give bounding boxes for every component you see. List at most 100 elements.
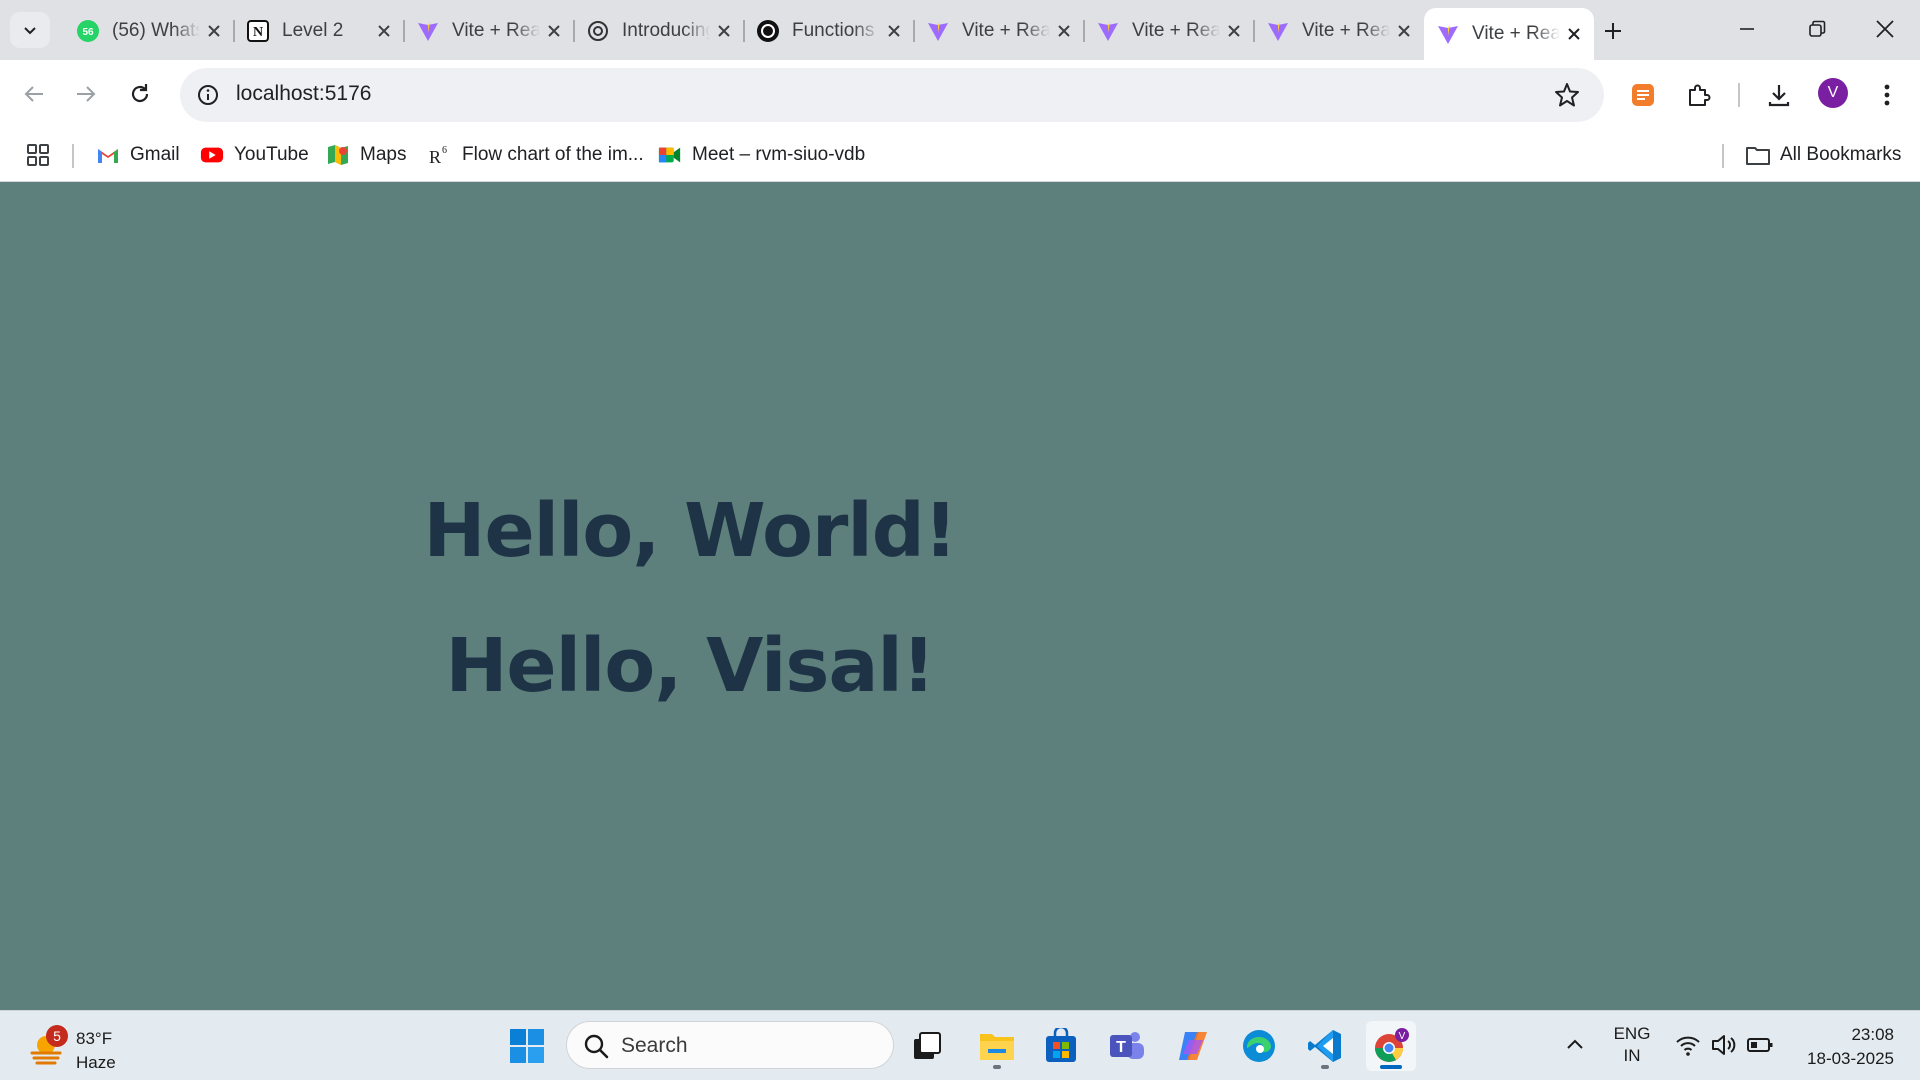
- minimize-button[interactable]: [1712, 0, 1782, 58]
- close-tab-icon[interactable]: [1560, 20, 1588, 48]
- forward-button[interactable]: [66, 74, 106, 114]
- tab-title: Vite + React: [962, 20, 1050, 41]
- active-indicator: [1380, 1065, 1402, 1069]
- vite-icon: [416, 19, 440, 43]
- store-icon: [1046, 1028, 1076, 1062]
- tab-search-button[interactable]: [10, 12, 50, 48]
- system-clock[interactable]: 23:08 18-03-2025: [1807, 1023, 1894, 1071]
- all-bookmarks-button[interactable]: All Bookmarks: [1746, 140, 1901, 170]
- region-code: IN: [1623, 1046, 1641, 1065]
- close-tab-icon[interactable]: [1390, 17, 1418, 45]
- back-button[interactable]: [14, 74, 54, 114]
- tab-title: Level 2: [282, 20, 344, 41]
- running-indicator: [1321, 1065, 1329, 1069]
- tab-vite[interactable]: Vite + React: [914, 10, 1085, 52]
- bookmark-label: YouTube: [234, 144, 309, 165]
- tab-vite[interactable]: Vite + React: [404, 10, 575, 52]
- tab-strip: 56 (56) WhatsApp N Level 2 Vite + React …: [0, 0, 1920, 60]
- teams-app[interactable]: T: [1102, 1021, 1152, 1071]
- site-info-icon[interactable]: [194, 81, 222, 109]
- vscode-app[interactable]: [1300, 1021, 1350, 1071]
- tab-title: Vite + React: [1302, 20, 1390, 41]
- new-tab-button[interactable]: [1596, 14, 1630, 48]
- openai-icon: [756, 19, 780, 43]
- close-tab-icon[interactable]: [1220, 17, 1248, 45]
- weather-temperature: 83°F: [76, 1029, 113, 1048]
- tab-openai-functions[interactable]: Functions: [744, 10, 915, 52]
- clock-time: 23:08: [1851, 1025, 1894, 1044]
- close-tab-icon[interactable]: [880, 17, 908, 45]
- tab-title: Functions: [792, 20, 875, 41]
- chevron-up-icon[interactable]: [1562, 1031, 1588, 1057]
- tab-vite[interactable]: Vite + React: [1254, 10, 1424, 52]
- restore-button[interactable]: [1782, 0, 1852, 58]
- language-indicator[interactable]: ENG IN: [1610, 1023, 1654, 1067]
- browser-toolbar: localhost:5176 V: [0, 60, 1920, 130]
- close-tab-icon[interactable]: [710, 17, 738, 45]
- url-text[interactable]: localhost:5176: [236, 82, 371, 106]
- close-window-button[interactable]: [1850, 0, 1920, 58]
- bookmark-gmail[interactable]: Gmail: [96, 140, 180, 170]
- search-placeholder: Search: [621, 1034, 688, 1057]
- bookmark-label: Meet – rvm-siuo-vdb: [692, 144, 866, 165]
- start-button[interactable]: [502, 1021, 552, 1071]
- extensions-puzzle-icon[interactable]: [1678, 74, 1720, 116]
- tab-whatsapp[interactable]: 56 (56) WhatsApp: [64, 10, 235, 52]
- svg-text:N: N: [253, 25, 263, 40]
- language-code: ENG: [1613, 1024, 1651, 1043]
- bookmark-maps[interactable]: Maps: [326, 140, 406, 170]
- hello-visal-heading: Hello, Visal!: [445, 623, 936, 709]
- bookmark-star-icon[interactable]: [1552, 80, 1582, 110]
- copilot-app[interactable]: [1168, 1021, 1218, 1071]
- arrow-right-icon: [77, 86, 96, 102]
- notion-icon: N: [246, 19, 270, 43]
- vite-icon: [1096, 19, 1120, 43]
- downloads-icon[interactable]: [1758, 74, 1800, 116]
- reload-button[interactable]: [120, 74, 160, 114]
- volume-icon[interactable]: [1710, 1031, 1738, 1059]
- close-tab-icon[interactable]: [540, 17, 568, 45]
- toolbar-divider: [1738, 83, 1740, 107]
- tab-vite-active[interactable]: Vite + React: [1424, 8, 1594, 60]
- weather-condition: Haze: [76, 1053, 116, 1072]
- apps-grid-icon: [26, 143, 50, 167]
- chrome-menu-icon[interactable]: [1866, 74, 1908, 116]
- gmail-icon: [96, 143, 120, 167]
- arrow-left-icon: [24, 86, 43, 102]
- wifi-icon[interactable]: [1674, 1031, 1702, 1059]
- clock-date: 18-03-2025: [1807, 1049, 1894, 1068]
- openai-icon: [586, 19, 610, 43]
- edge-icon: [1243, 1030, 1275, 1062]
- close-tab-icon[interactable]: [1050, 17, 1078, 45]
- tab-openai-introducing[interactable]: Introducing: [574, 10, 745, 52]
- folder-icon: [1746, 143, 1770, 167]
- close-tab-icon[interactable]: [200, 17, 228, 45]
- copilot-icon: [1179, 1032, 1207, 1060]
- apps-grid-button[interactable]: [26, 140, 50, 170]
- address-bar[interactable]: localhost:5176: [180, 68, 1604, 122]
- tab-vite[interactable]: Vite + React: [1084, 10, 1255, 52]
- battery-icon[interactable]: [1746, 1031, 1774, 1059]
- chrome-app[interactable]: V: [1366, 1021, 1416, 1071]
- close-icon: [1876, 20, 1894, 38]
- tab-notion[interactable]: N Level 2: [234, 10, 405, 52]
- file-explorer-app[interactable]: [972, 1021, 1022, 1071]
- reader-extension-icon[interactable]: [1622, 74, 1664, 116]
- whatsapp-icon: 56: [76, 19, 100, 43]
- weather-widget[interactable]: 5 83°F Haze: [24, 1019, 134, 1075]
- microsoft-store-app[interactable]: [1036, 1021, 1086, 1071]
- windows-taskbar: 5 83°F Haze Search T V ENG IN 23:08 18-0…: [0, 1010, 1920, 1080]
- running-indicator: [993, 1065, 1001, 1069]
- chevron-down-icon: [24, 27, 36, 35]
- edge-app[interactable]: [1234, 1021, 1284, 1071]
- taskbar-search-box[interactable]: Search: [566, 1021, 894, 1069]
- profile-avatar[interactable]: V: [1818, 78, 1848, 108]
- bookmark-meet[interactable]: Meet – rvm-siuo-vdb: [658, 140, 865, 170]
- svg-text:V: V: [1399, 1031, 1406, 1042]
- bookmark-youtube[interactable]: YouTube: [200, 140, 309, 170]
- bookmark-flow-chart[interactable]: R6 Flow chart of the im...: [428, 140, 644, 170]
- weather-badge: 5: [46, 1025, 68, 1047]
- all-bookmarks-label: All Bookmarks: [1780, 144, 1902, 165]
- close-tab-icon[interactable]: [370, 17, 398, 45]
- task-view-button[interactable]: [902, 1021, 952, 1071]
